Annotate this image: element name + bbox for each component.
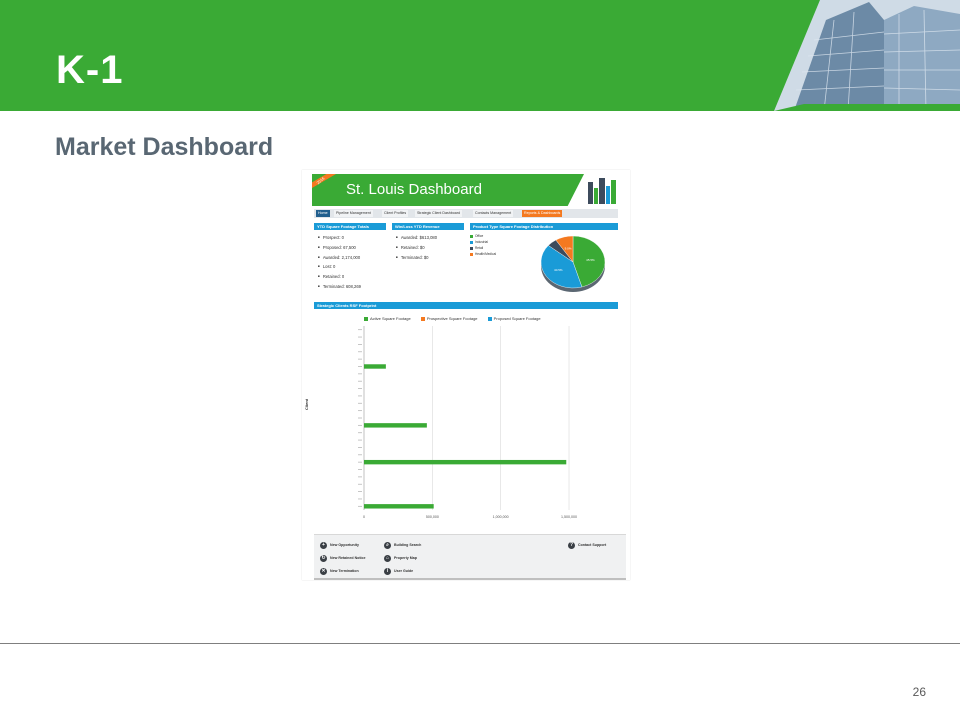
nav-client-profiles[interactable]: Client Profiles: [382, 210, 409, 217]
nav-strategic-client[interactable]: Strategic Client Dashboard: [415, 210, 462, 217]
user-guide-link[interactable]: i User Guide: [384, 567, 413, 575]
city-skyline-logo: [586, 176, 618, 206]
list-item: Lost: 0: [318, 262, 361, 272]
contact-support-link[interactable]: ? Contact Support: [568, 541, 606, 549]
pie-slice-label: 40.5%: [554, 268, 563, 272]
slide-header-band: K-1: [0, 0, 960, 111]
new-retained-link[interactable]: ↻ New Retained Notice: [320, 554, 366, 562]
dashboard-title: St. Louis Dashboard: [346, 181, 482, 198]
legend-item: Prospective Square Footage: [420, 316, 478, 321]
dashboard-screenshot: 2016 St. Louis Dashboard Home Pipeline M…: [302, 170, 630, 580]
legend-item: Health/Medical: [470, 251, 496, 257]
info-icon: i: [384, 567, 391, 575]
legend-item: Active Square Footage: [364, 316, 411, 321]
legend-item: Proposed Square Footage: [487, 316, 541, 321]
list-item: Terminated: 608,269: [318, 282, 361, 292]
nav-home[interactable]: Home: [316, 210, 330, 217]
list-item: Awarded: $613,080: [396, 233, 437, 243]
win-loss-list: Awarded: $613,080 Retained: $0 Terminate…: [396, 233, 437, 262]
list-item: Retained: 0: [318, 272, 361, 282]
strategic-clients-header: Strategic Clients RSF Footprint: [314, 302, 618, 309]
x-tick-label: 500,000: [426, 515, 439, 519]
product-type-header: Product Type Square Footage Distribution: [470, 223, 618, 230]
nav-contacts[interactable]: Contacts Management: [473, 210, 514, 217]
help-icon: ?: [568, 541, 575, 549]
y-axis-title: Client: [304, 398, 309, 410]
dashboard-footer: + New Opportunity ↻ New Retained Notice ✕ N…: [314, 534, 626, 580]
new-termination-link[interactable]: ✕ New Termination: [320, 567, 359, 575]
pie-slice-label: 9.0%: [565, 246, 572, 250]
bar: [364, 459, 567, 465]
pie-slice-label: 45.5%: [586, 258, 595, 262]
bottom-divider: [0, 643, 960, 644]
slide-subtitle: Market Dashboard: [55, 133, 274, 161]
property-map-link[interactable]: ⌂ Property Map: [384, 554, 417, 562]
bar: [364, 364, 386, 369]
ytd-sqft-header: YTD Square Footage Totals: [314, 223, 386, 230]
refresh-icon: ↻: [320, 554, 327, 562]
list-item: Retained: $0: [396, 243, 437, 253]
nav-reports[interactable]: Reports & Dashboards: [522, 210, 563, 217]
bar-legend: Active Square Footage Prospective Square…: [364, 316, 550, 321]
new-opportunity-link[interactable]: + New Opportunity: [320, 541, 359, 549]
home-icon: ⌂: [384, 554, 391, 562]
bar: [364, 504, 434, 509]
pie-legend: Office Industrial Retail Health/Medical: [470, 233, 496, 257]
building-search-link[interactable]: ⌕ Building Search: [384, 541, 421, 549]
nav-pipeline[interactable]: Pipeline Management: [334, 210, 373, 217]
search-icon: ⌕: [384, 541, 391, 549]
x-tick-label: 1,500,000: [561, 515, 577, 519]
list-item: Awarded: 2,174,000: [318, 253, 361, 263]
slide-title: K-1: [56, 48, 124, 92]
list-item: Proposed: 67,500: [318, 243, 361, 253]
product-type-pie-chart: 45.5% 40.5% 9.0%: [540, 235, 606, 292]
page-number: 26: [912, 685, 926, 699]
x-tick-label: 1,000,000: [493, 515, 509, 519]
list-item: Terminated: $0: [396, 253, 437, 263]
x-tick-label: 0: [363, 515, 365, 519]
close-icon: ✕: [320, 567, 327, 575]
ytd-sqft-list: Prospect: 0 Proposed: 67,500 Awarded: 2,…: [318, 233, 361, 292]
dashboard-nav: Home Pipeline Management Client Profiles…: [314, 209, 618, 218]
plus-icon: +: [320, 541, 327, 549]
win-loss-header: Win/Loss YTD Revenue: [392, 223, 464, 230]
list-item: Prospect: 0: [318, 233, 361, 243]
bar: [364, 423, 427, 428]
strategic-clients-bar-chart: 0 500,000 1,000,000 1,500,000: [358, 326, 577, 519]
building-photo: [774, 0, 960, 111]
